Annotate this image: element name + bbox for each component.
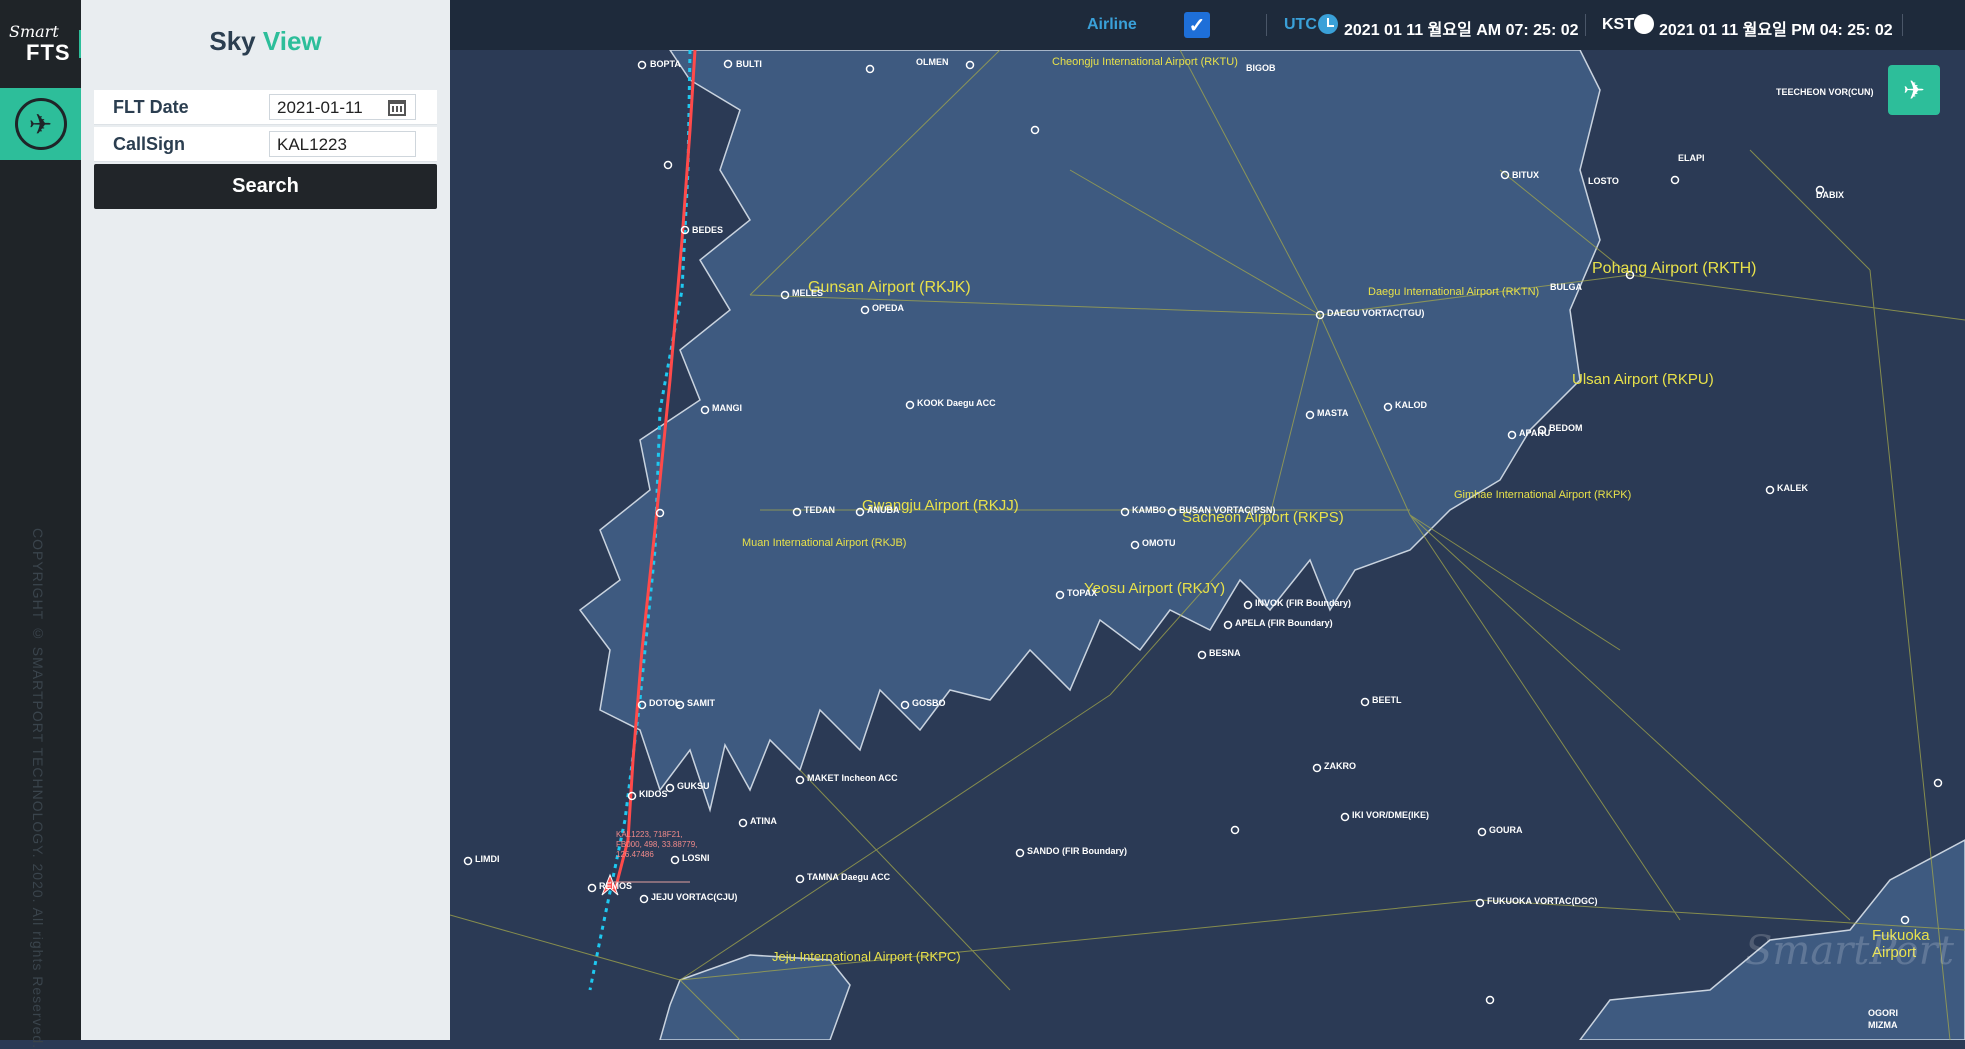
callsign-label: CallSign — [113, 134, 186, 154]
waypoint-label: BEDOM — [1549, 423, 1583, 433]
app-logo: Smart FTS — [0, 0, 85, 88]
waypoint-label: INVOK (FIR Boundary) — [1255, 598, 1351, 608]
waypoint-label: SANDO (FIR Boundary) — [1027, 846, 1127, 856]
airline-label: Airline — [1087, 16, 1137, 33]
waypoint-label: BOPTA — [650, 59, 681, 69]
airplane-takeoff-icon: ✈ — [1903, 74, 1925, 105]
waypoint-label: BEDES — [692, 225, 724, 235]
waypoint-label: ANUBA — [867, 505, 900, 515]
search-button[interactable]: Search — [94, 164, 437, 209]
waypoint-label: KIDOS — [639, 789, 668, 799]
callsign-input[interactable]: KAL1223 — [269, 131, 416, 157]
waypoint-label: KALOD — [1395, 400, 1427, 410]
waypoint-label: MIZMA — [1868, 1020, 1898, 1030]
utc-label: UTC — [1284, 16, 1317, 33]
waypoint-label: JEJU VORTAC(CJU) — [651, 892, 738, 902]
waypoint-label: TAMNA Daegu ACC — [807, 872, 891, 882]
waypoint-label: TEDAN — [804, 505, 835, 515]
waypoint-label: KOOK Daegu ACC — [917, 398, 996, 408]
calendar-icon[interactable] — [388, 100, 406, 116]
title-view: View — [262, 26, 322, 56]
waypoint-label: ZAKRO — [1324, 761, 1356, 771]
waypoint-label: LIMDI — [475, 854, 500, 864]
airline-checkbox[interactable]: ✓ — [1184, 12, 1210, 38]
waypoint-label: OGORI — [1868, 1008, 1899, 1018]
left-rail: Smart FTS ✈ COPYRIGHT © SMARTPORT TECHNO… — [0, 0, 85, 1049]
waypoint-label: BUSAN VORTAC(PSN) — [1179, 505, 1276, 515]
airplane-circle-icon: ✈ — [14, 98, 67, 150]
waypoint-label: GUKSU — [677, 781, 710, 791]
waypoint-label: ELAPI — [1678, 153, 1705, 163]
waypoint-label: SAMIT — [687, 698, 715, 708]
waypoint-label: BEETL — [1372, 695, 1402, 705]
callsign-value: KAL1223 — [277, 135, 347, 154]
kst-label: KST — [1602, 16, 1634, 33]
waypoint-label: BESNA — [1209, 648, 1241, 658]
waypoint-label: IKI VOR/DME(IKE) — [1352, 810, 1430, 820]
flt-date-value: 2021-01-11 — [277, 98, 363, 117]
watermark-logo: SmartPort — [1745, 928, 1954, 974]
waypoint-label: DAEGU VORTAC(TGU) — [1327, 308, 1425, 318]
waypoint-label: OMOTU — [1142, 538, 1176, 548]
waypoint-label: KAMBO — [1132, 505, 1166, 515]
waypoint-label: LOSTO — [1588, 176, 1619, 186]
waypoint-label: TEECHEON VOR(CUN) — [1776, 87, 1874, 97]
waypoint-label: BULGA — [1550, 282, 1582, 292]
waypoint-label: DOTOL — [649, 698, 681, 708]
airspace-map[interactable]: Cheongju International Airport (RKTU) Gu… — [450, 50, 1965, 1040]
waypoint-label: REMOS — [599, 881, 633, 891]
waypoint-label: GOSBO — [912, 698, 946, 708]
flt-date-input[interactable]: 2021-01-11 — [269, 94, 416, 120]
sky-view-nav-button[interactable]: ✈ — [0, 88, 81, 160]
logo-fts: FTS — [26, 40, 71, 65]
flt-date-row: FLT Date 2021-01-11 — [94, 90, 437, 125]
search-panel: Sky View FLT Date 2021-01-11 CallSign KA… — [81, 0, 450, 1040]
waypoint-label: FUKUOKA VORTAC(DGC) — [1487, 896, 1598, 906]
waypoint-label: TOPAX — [1067, 588, 1098, 598]
waypoint-label: APARU — [1519, 428, 1551, 438]
waypoint-label: MANGI — [712, 403, 742, 413]
utc-time: 2021 01 11 월요일 AM 07: 25: 02 — [1344, 22, 1579, 39]
waypoint-label: MASTA — [1317, 408, 1349, 418]
logo-smart: Smart — [9, 22, 59, 41]
aircraft-data-tag[interactable]: KAL1223, 718F21, FB000, 498, 33.88779, 1… — [616, 830, 708, 860]
waypoint-label: BIGOB — [1246, 63, 1276, 73]
checkmark-icon: ✓ — [1188, 14, 1206, 37]
waypoint-label: KALEK — [1777, 483, 1808, 493]
top-bar: Airline ✓ UTC 2021 01 11 월요일 AM 07: 25: … — [450, 0, 1965, 50]
kst-clock-icon — [1634, 14, 1654, 34]
copyright-text: COPYRIGHT © SMARTPORT TECHNOLOGY. 2020. … — [30, 528, 46, 1049]
waypoint-label: APELA (FIR Boundary) — [1235, 618, 1333, 628]
page-title: Sky View — [81, 26, 450, 57]
waypoint-label: ATINA — [750, 816, 777, 826]
divider — [1585, 14, 1586, 36]
callsign-row: CallSign KAL1223 — [94, 127, 437, 162]
flight-list-button[interactable]: ✈ — [1888, 65, 1940, 115]
utc-clock-icon — [1318, 14, 1338, 34]
waypoint-label: BITUX — [1512, 170, 1539, 180]
divider — [1902, 14, 1903, 36]
waypoint-label: MELES — [792, 288, 824, 298]
waypoint-labels: BOPTA BULTI OLMEN BIGOB TEECHEON VOR(CUN… — [450, 50, 1965, 1040]
flt-date-label: FLT Date — [113, 97, 189, 117]
waypoint-label: OLMEN — [916, 57, 949, 67]
divider — [1266, 14, 1267, 36]
waypoint-label: MAKET Incheon ACC — [807, 773, 898, 783]
title-sky: Sky — [209, 26, 256, 56]
waypoint-label: BULTI — [736, 59, 762, 69]
kst-time: 2021 01 11 월요일 PM 04: 25: 02 — [1659, 22, 1893, 39]
waypoint-label: OPEDA — [872, 303, 905, 313]
waypoint-label: DABIX — [1816, 190, 1845, 200]
waypoint-label: GOURA — [1489, 825, 1523, 835]
